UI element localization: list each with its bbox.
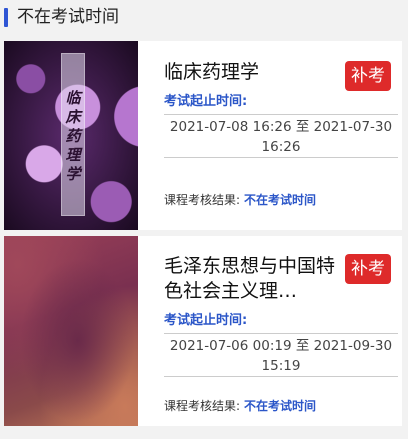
exam-time-range: 2021-07-08 16:26 至 2021-07-30 16:26 [164,114,398,158]
exam-result-value: 不在考试时间 [244,193,317,207]
course-cover-image[interactable] [4,236,138,426]
course-card[interactable]: 临床药理学 临床药理学 补考 考试起止时间: 2021-07-08 16:26 … [4,41,402,230]
course-cover-image[interactable]: 临床药理学 [4,41,138,230]
exam-result-label: 课程考核结果: [164,193,241,207]
exam-result: 课程考核结果: 不在考试时间 [164,192,316,208]
exam-result-value: 不在考试时间 [244,399,317,413]
exam-time-range: 2021-07-06 00:19 至 2021-09-30 15:19 [164,333,398,377]
makeup-exam-button[interactable]: 补考 [345,61,391,91]
makeup-exam-button[interactable]: 补考 [345,254,391,284]
section-title: 不在考试时间 [17,7,119,27]
exam-result: 课程考核结果: 不在考试时间 [164,398,316,414]
section-accent-bar [4,8,8,27]
course-title[interactable]: 临床药理学 [164,60,342,85]
exam-result-label: 课程考核结果: [164,399,241,413]
section-header: 不在考试时间 [0,0,408,34]
exam-time-label: 考试起止时间: [164,313,248,328]
course-title[interactable]: 毛泽东思想与中国特色社会主义理… [164,254,342,304]
course-card[interactable]: 毛泽东思想与中国特色社会主义理… 补考 考试起止时间: 2021-07-06 0… [4,236,402,426]
exam-time-label: 考试起止时间: [164,94,248,109]
cover-title-text: 临床药理学 [65,89,81,183]
